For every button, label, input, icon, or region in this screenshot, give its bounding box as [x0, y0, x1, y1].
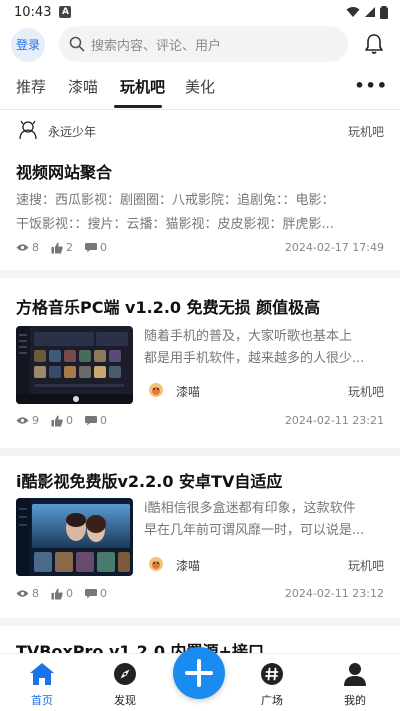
author-name[interactable]: 漆喵 [176, 557, 200, 574]
thumbs-up-icon [51, 415, 63, 426]
hashtag-icon [261, 663, 283, 685]
like-count-value: 2 [66, 241, 73, 254]
post-excerpt: 随着手机的普及，大家听歌也基本上 都是用手机软件，越来越多的人很少... [144, 326, 384, 370]
post-stats: 8 0 0 [16, 587, 119, 600]
post-excerpt: 速搜：西瓜影视：剧圈圈：八戒影院：追剧兔：：电影： 干饭影视：：搜片：云播：猫影… [16, 189, 384, 237]
nav-discover[interactable]: 发现 [95, 662, 155, 708]
video-app-screenshot [16, 498, 133, 576]
nav-home[interactable]: 首页 [12, 662, 72, 708]
post-stats: 8 2 0 [16, 241, 119, 254]
board-tag[interactable]: 玩机吧 [348, 383, 384, 400]
compass-icon [114, 663, 136, 685]
post-thumbnail[interactable] [16, 326, 133, 404]
divider [0, 448, 400, 456]
excerpt-line: 早在几年前可谓风靡一时，可以说是... [144, 523, 365, 538]
signal-icon [365, 7, 375, 17]
notification-icon: A [59, 6, 72, 18]
nav-label: 首页 [31, 694, 53, 707]
post-title[interactable]: i酷影视免费版v2.2.0 安卓TV自适应 [16, 468, 282, 492]
excerpt-line: 速搜：西瓜影视：剧圈圈：八戒影院：追剧兔：：电影： [16, 193, 335, 208]
view-count-value: 8 [32, 587, 39, 600]
comment-icon [85, 416, 97, 426]
status-bar: 10:43 A [0, 0, 400, 24]
excerpt-line: 随着手机的普及，大家听歌也基本上 [144, 329, 353, 344]
like-count[interactable]: 0 [51, 414, 73, 427]
board-tag[interactable]: 玩机吧 [348, 557, 384, 574]
plus-icon [185, 659, 213, 687]
music-app-screenshot [16, 326, 133, 404]
more-icon[interactable]: ••• [354, 76, 388, 95]
view-count: 8 [16, 587, 39, 600]
battery-icon [380, 5, 388, 19]
comment-count[interactable]: 0 [85, 587, 107, 600]
post-card[interactable]: i酷影视免费版v2.2.0 安卓TV自适应 i酷相信很多盒迷都有印象，这款软件 … [0, 456, 400, 626]
comment-count[interactable]: 0 [85, 241, 107, 254]
wifi-icon [346, 7, 360, 17]
avatar[interactable] [16, 119, 40, 143]
author-name[interactable]: 漆喵 [176, 383, 200, 400]
nav-square[interactable]: 广场 [242, 662, 302, 708]
eye-icon [16, 244, 29, 251]
avatar[interactable] [148, 382, 164, 398]
create-post-button[interactable] [173, 647, 225, 699]
post-date: 2024-02-11 23:12 [284, 587, 384, 600]
post-date: 2024-02-11 23:21 [284, 414, 384, 427]
post-title[interactable]: 方格音乐PC端 v1.2.0 免费无损 颜值极高 [16, 294, 320, 318]
tab-meihua[interactable]: 美化 [185, 76, 215, 97]
nav-label: 我的 [344, 694, 366, 707]
view-count: 8 [16, 241, 39, 254]
like-count[interactable]: 2 [51, 241, 73, 254]
bell-icon[interactable] [362, 32, 386, 56]
comment-icon [85, 589, 97, 599]
like-count[interactable]: 0 [51, 587, 73, 600]
top-header: 登录 搜索内容、评论、用户 [0, 24, 400, 64]
login-button[interactable]: 登录 [11, 28, 45, 62]
thumbs-up-icon [51, 588, 63, 599]
tab-qimiao[interactable]: 漆喵 [68, 76, 98, 97]
divider [0, 618, 400, 626]
eye-icon [16, 417, 29, 424]
excerpt-line: i酷相信很多盒迷都有印象，这款软件 [144, 501, 356, 516]
view-count: 9 [16, 414, 39, 427]
post-card[interactable]: 方格音乐PC端 v1.2.0 免费无损 颜值极高 随着手机的普及，大家听歌也基本… [0, 278, 400, 448]
post-thumbnail[interactable] [16, 498, 133, 576]
board-tag[interactable]: 玩机吧 [348, 123, 384, 140]
post-card[interactable]: 永远少年 玩机吧 视频网站聚合 速搜：西瓜影视：剧圈圈：八戒影院：追剧兔：：电影… [0, 110, 400, 270]
search-placeholder: 搜索内容、评论、用户 [91, 38, 222, 54]
search-icon [69, 36, 85, 52]
view-count-value: 9 [32, 414, 39, 427]
tab-recommend[interactable]: 推荐 [16, 76, 46, 97]
nav-label: 广场 [261, 694, 283, 707]
post-author-row: 永远少年 [16, 119, 96, 143]
post-stats: 9 0 0 [16, 414, 119, 427]
comment-count-value: 0 [100, 414, 107, 427]
excerpt-line: 干饭影视：：搜片：云播：猫影视：皮皮影视：胖虎影... [16, 217, 334, 232]
status-time: 10:43 [14, 4, 52, 20]
view-count-value: 8 [32, 241, 39, 254]
active-tab-indicator [114, 105, 162, 108]
tab-wanjiba[interactable]: 玩机吧 [120, 76, 165, 97]
author-name[interactable]: 永远少年 [48, 123, 96, 140]
comment-count[interactable]: 0 [85, 414, 107, 427]
divider [0, 270, 400, 278]
excerpt-line: 都是用手机软件，越来越多的人很少... [144, 351, 365, 366]
comment-count-value: 0 [100, 587, 107, 600]
nav-label: 发现 [114, 694, 136, 707]
thumbs-up-icon [51, 242, 63, 253]
post-excerpt: i酷相信很多盒迷都有印象，这款软件 早在几年前可谓风靡一时，可以说是... [144, 498, 384, 542]
user-icon [344, 663, 366, 686]
home-icon [30, 663, 54, 685]
eye-icon [16, 590, 29, 597]
search-input[interactable]: 搜索内容、评论、用户 [59, 26, 348, 62]
like-count-value: 0 [66, 414, 73, 427]
comment-count-value: 0 [100, 241, 107, 254]
like-count-value: 0 [66, 587, 73, 600]
post-title[interactable]: 视频网站聚合 [16, 159, 112, 183]
nav-profile[interactable]: 我的 [325, 662, 385, 708]
post-date: 2024-02-17 17:49 [284, 241, 384, 254]
avatar[interactable] [148, 556, 164, 572]
comment-icon [85, 243, 97, 253]
category-tabs: 推荐 漆喵 玩机吧 美化 ••• [0, 70, 400, 110]
